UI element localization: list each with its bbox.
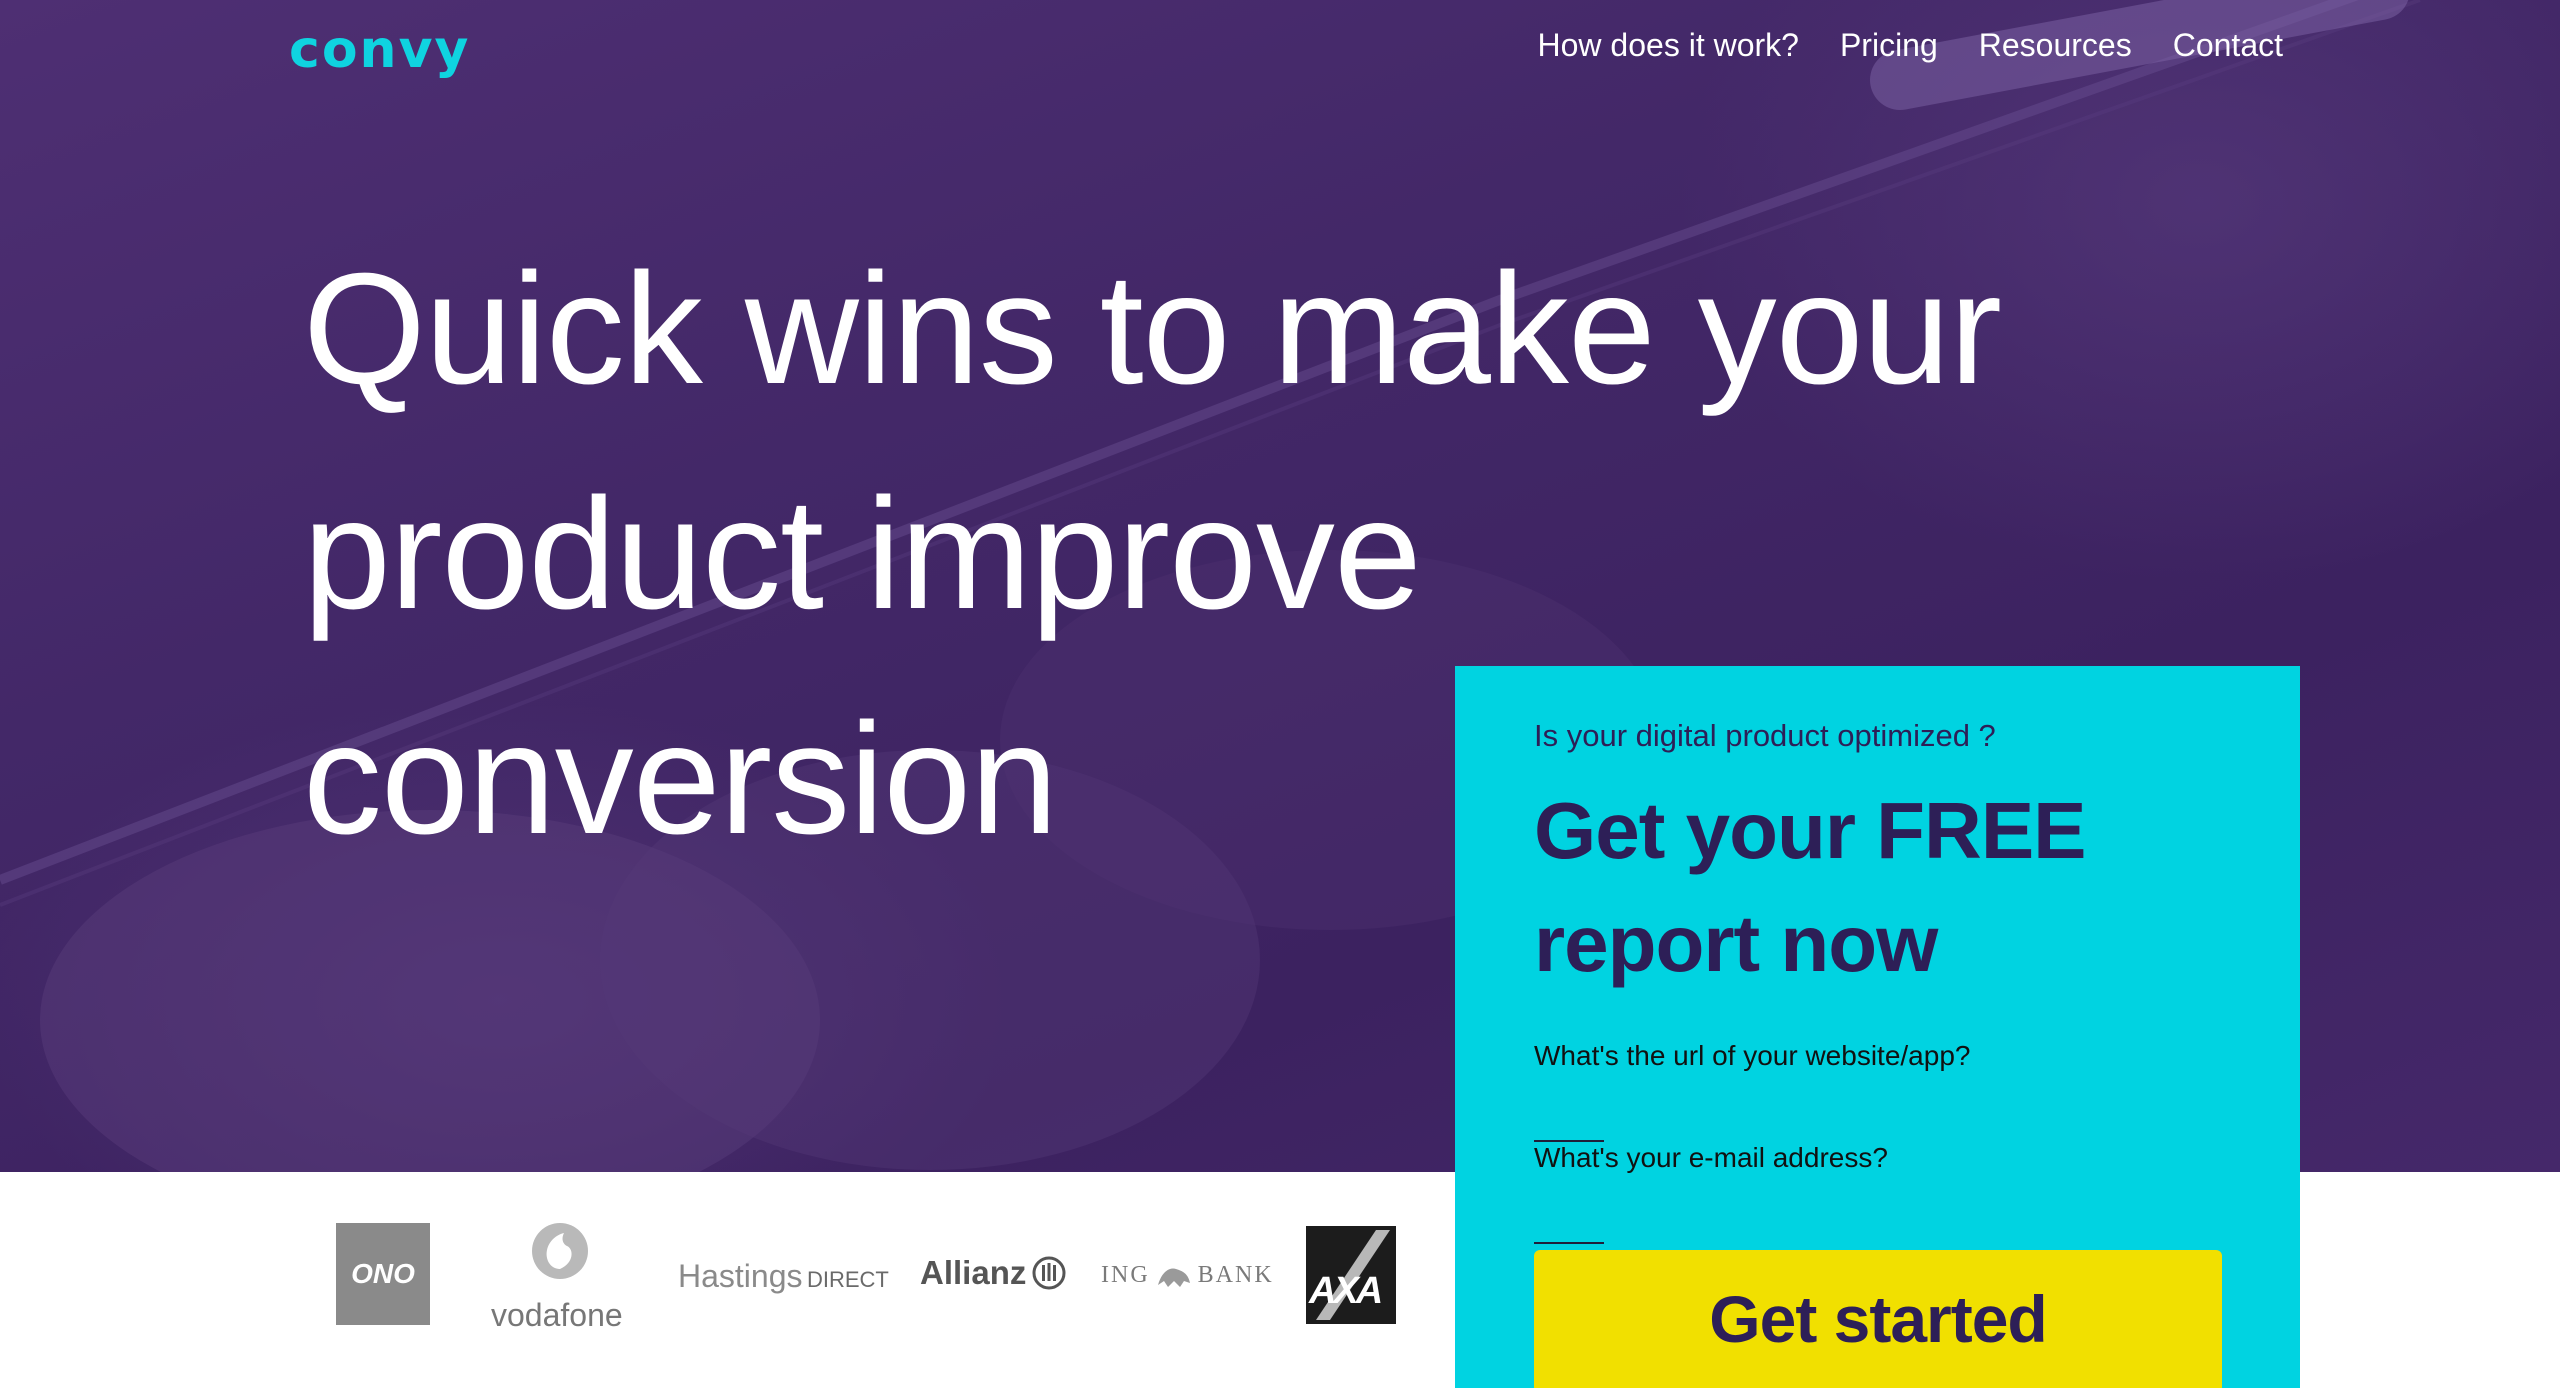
email-field-label: What's your e-mail address? <box>1534 1142 1888 1173</box>
get-started-button[interactable]: Get started <box>1534 1250 2222 1388</box>
url-field: What's the url of your website/app? <box>1534 1040 2218 1142</box>
ono-logo-text: ONO <box>351 1258 415 1289</box>
vodafone-logo-text: vodafone <box>491 1297 623 1333</box>
axa-logo: AXA <box>1306 1226 1396 1324</box>
email-field: What's your e-mail address? <box>1534 1142 2218 1244</box>
ing-bank-logo: ING BANK <box>1101 1262 1274 1289</box>
email-field-underline <box>1534 1242 1604 1244</box>
allianz-logo-text: Allianz <box>920 1254 1027 1291</box>
url-input[interactable] <box>1534 1076 2218 1122</box>
nav-resources[interactable]: Resources <box>1979 27 2132 64</box>
vodafone-speechmark-icon <box>532 1223 588 1279</box>
ing-lion-icon <box>1157 1268 1190 1287</box>
form-eyebrow: Is your digital product optimized ? <box>1534 718 1996 753</box>
ono-logo: ONO <box>336 1223 430 1325</box>
ing-text: ING <box>1101 1262 1150 1288</box>
vodafone-logo: vodafone <box>480 1217 640 1337</box>
nav-how-it-works[interactable]: How does it work? <box>1538 27 1799 64</box>
free-report-form: Is your digital product optimized ? Get … <box>1455 666 2300 1388</box>
nav-contact[interactable]: Contact <box>2173 27 2283 64</box>
main-nav: How does it work? Pricing Resources Cont… <box>1538 27 2283 64</box>
bank-text: BANK <box>1197 1262 1274 1288</box>
hastings-direct-text: DIRECT <box>806 1267 889 1292</box>
hastings-direct-logo: Hastings DIRECT <box>678 1258 889 1295</box>
nav-pricing[interactable]: Pricing <box>1840 27 1938 64</box>
form-title: Get your FREE report now <box>1534 786 2087 988</box>
hastings-logo-text: Hastings <box>678 1258 803 1294</box>
axa-logo-text: AXA <box>1309 1270 1383 1312</box>
url-field-label: What's the url of your website/app? <box>1534 1040 1971 1071</box>
allianz-eagle-icon <box>1032 1256 1066 1290</box>
email-input[interactable] <box>1534 1178 2218 1224</box>
convy-logo[interactable]: convy <box>289 20 470 80</box>
allianz-logo: Allianz <box>920 1254 1066 1292</box>
